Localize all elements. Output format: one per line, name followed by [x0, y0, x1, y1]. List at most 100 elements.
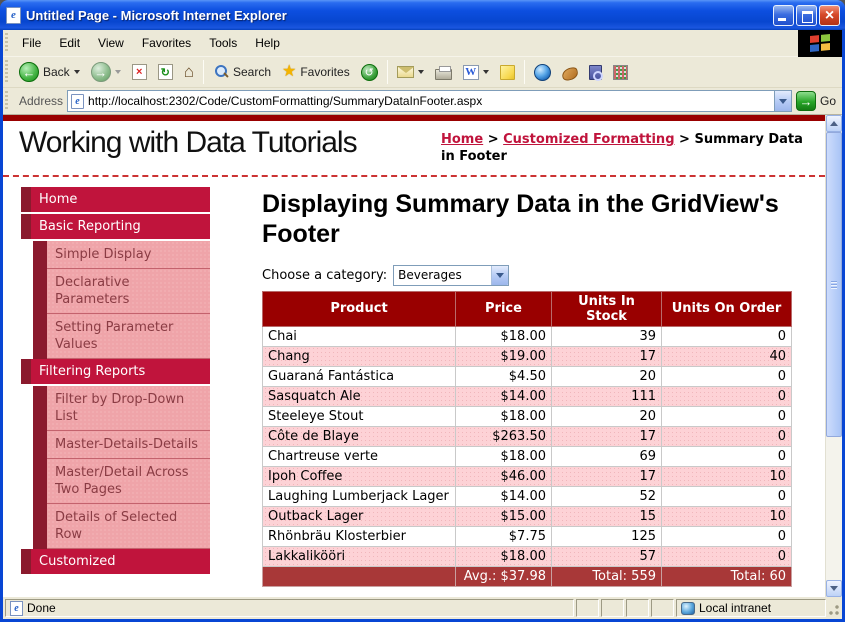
mail-dropdown-icon[interactable]: [418, 70, 424, 74]
menu-view[interactable]: View: [89, 32, 133, 54]
minimize-button[interactable]: [773, 5, 794, 26]
messenger-note-button[interactable]: [495, 63, 520, 82]
maximize-button[interactable]: [796, 5, 817, 26]
favorites-label: Favorites: [300, 65, 349, 79]
toolbar-separator: [524, 60, 525, 84]
category-label: Choose a category:: [262, 268, 387, 283]
menu-tools[interactable]: Tools: [200, 32, 246, 54]
sidebar-item-details-of-selected-row[interactable]: Details of Selected Row: [21, 504, 210, 549]
sidebar-item-customized[interactable]: Customized: [21, 549, 210, 576]
category-select[interactable]: Beverages: [393, 265, 509, 286]
grid-cell: $18.00: [456, 546, 552, 566]
address-input[interactable]: e http://localhost:2302/Code/CustomForma…: [67, 90, 792, 112]
refresh-button[interactable]: ↻: [153, 62, 178, 82]
grid-cell: 0: [662, 326, 792, 346]
sidebar-item-setting-parameter-values[interactable]: Setting Parameter Values: [21, 314, 210, 359]
sidebar-item-master-detail-across-two-pages[interactable]: Master/Detail Across Two Pages: [21, 459, 210, 504]
favorites-button[interactable]: ★ Favorites: [277, 62, 355, 82]
toolbar-grip[interactable]: [5, 33, 10, 54]
page-icon: e: [71, 94, 84, 109]
sidebar-item-basic-reporting[interactable]: Basic Reporting: [21, 214, 210, 241]
go-arrow-icon: →: [796, 91, 816, 111]
stop-button[interactable]: ×: [127, 62, 152, 82]
edit-with-word-button[interactable]: W: [458, 63, 494, 82]
toolbar-grip[interactable]: [5, 60, 10, 84]
sidebar-item-label: Simple Display: [47, 241, 210, 269]
back-button[interactable]: ← Back: [14, 60, 85, 84]
mail-button[interactable]: [392, 64, 429, 80]
menu-edit[interactable]: Edit: [50, 32, 89, 54]
grid-cell: 0: [662, 546, 792, 566]
grid-footer-row: Avg.: $37.98Total: 559Total: 60: [263, 566, 792, 586]
menu-bar: FileEditViewFavoritesToolsHelp: [3, 30, 842, 57]
print-button[interactable]: [430, 63, 457, 82]
menu-file[interactable]: File: [13, 32, 50, 54]
title-bar[interactable]: e Untitled Page - Microsoft Internet Exp…: [0, 0, 845, 30]
search-icon: [213, 64, 229, 80]
scroll-down-button[interactable]: [826, 580, 842, 597]
dictionary-button[interactable]: [584, 63, 607, 82]
grid-cell: Outback Lager: [263, 506, 456, 526]
grid-cell: 57: [552, 546, 662, 566]
search-button[interactable]: Search: [208, 62, 276, 82]
grid-cell: $263.50: [456, 426, 552, 446]
menu-favorites[interactable]: Favorites: [133, 32, 200, 54]
globe-icon: [534, 64, 551, 81]
sidebar-item-label: Setting Parameter Values: [47, 314, 210, 359]
back-icon: ←: [19, 62, 39, 82]
sidebar-item-filtering-reports[interactable]: Filtering Reports: [21, 359, 210, 386]
note-icon: [500, 65, 515, 80]
grid-footer-cell: Total: 60: [662, 566, 792, 586]
scrollbar-track[interactable]: [826, 132, 842, 580]
address-label: Address: [17, 94, 63, 108]
history-button[interactable]: ↺: [356, 62, 383, 83]
sidebar-item-home[interactable]: Home: [21, 187, 210, 214]
grid-cell: $18.00: [456, 446, 552, 466]
grid-body: Chai$18.00390Chang$19.001740Guaraná Fant…: [263, 326, 792, 566]
sidebar-item-declarative-parameters[interactable]: Declarative Parameters: [21, 269, 210, 314]
address-url[interactable]: http://localhost:2302/Code/CustomFormatt…: [88, 94, 770, 108]
grid-cell: 10: [662, 466, 792, 486]
sidebar-item-master-details-details[interactable]: Master-Details-Details: [21, 431, 210, 459]
forward-button[interactable]: →: [86, 60, 126, 84]
home-button[interactable]: ⌂: [179, 62, 199, 82]
sidebar-item-filter-by-drop-down-list[interactable]: Filter by Drop-Down List: [21, 386, 210, 431]
messenger-icon: [613, 65, 628, 80]
standard-toolbar: ← Back → × ↻ ⌂ Search ★ Favorites ↺ W: [3, 57, 842, 88]
resize-grip[interactable]: [828, 600, 840, 616]
address-dropdown-button[interactable]: [774, 91, 791, 111]
close-button[interactable]: [819, 5, 840, 26]
vertical-scrollbar[interactable]: [825, 115, 842, 597]
research-icon: [561, 66, 579, 81]
menu-help[interactable]: Help: [246, 32, 289, 54]
sidebar-strip: [33, 431, 47, 459]
grid-col-units-on-order: Units On Order: [662, 291, 792, 326]
toolbar-grip[interactable]: [5, 91, 10, 112]
grid-cell: 0: [662, 426, 792, 446]
breadcrumb-home[interactable]: Home: [441, 132, 483, 147]
sidebar-indent: [21, 431, 33, 459]
forward-dropdown-icon: [115, 70, 121, 74]
breadcrumb-customized-formatting[interactable]: Customized Formatting: [503, 132, 674, 147]
research-button[interactable]: [557, 63, 583, 82]
sidebar-item-simple-display[interactable]: Simple Display: [21, 241, 210, 269]
products-gridview: ProductPriceUnits In StockUnits On Order…: [262, 291, 792, 587]
scrollbar-thumb[interactable]: [826, 132, 842, 437]
grid-col-product: Product: [263, 291, 456, 326]
grid-cell: Ipoh Coffee: [263, 466, 456, 486]
sidebar-item-label: Declarative Parameters: [47, 269, 210, 314]
grid-cell: Rhönbräu Klosterbier: [263, 526, 456, 546]
sidebar-item-label: Filtering Reports: [31, 359, 210, 384]
go-label: Go: [820, 94, 836, 108]
scroll-up-button[interactable]: [826, 115, 842, 132]
toolbar-separator: [387, 60, 388, 84]
windows-logo-icon: [810, 34, 830, 52]
word-dropdown-icon[interactable]: [483, 70, 489, 74]
messenger-button[interactable]: [608, 63, 633, 82]
ie-page-icon: e: [6, 7, 21, 24]
back-dropdown-icon[interactable]: [74, 70, 80, 74]
msn-button[interactable]: [529, 62, 556, 83]
go-button[interactable]: → Go: [796, 91, 842, 111]
grid-footer: Avg.: $37.98Total: 559Total: 60: [263, 566, 792, 586]
status-pane: [576, 599, 599, 617]
